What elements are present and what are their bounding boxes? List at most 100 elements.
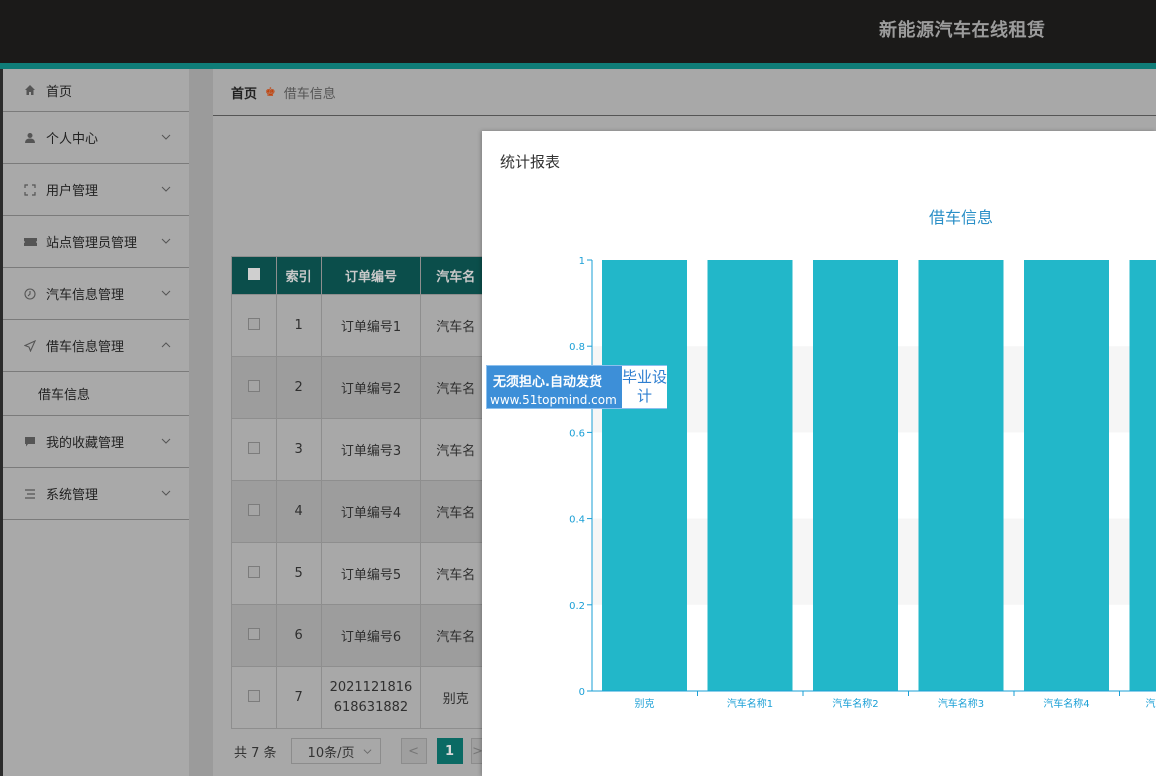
chevron-down-icon: [161, 186, 171, 192]
sidebar-item-car-info[interactable]: 汽车信息管理: [3, 268, 189, 320]
clock-icon: [23, 287, 37, 301]
watermark-label: 毕业设计: [622, 366, 667, 408]
sidebar-item-station-admin[interactable]: 站点管理员管理: [3, 216, 189, 268]
table-cell: 3: [275, 418, 322, 481]
ticket-icon: [23, 235, 37, 249]
table-cell: 汽车名: [420, 604, 491, 667]
y-tick-label: 1: [579, 256, 585, 267]
chevron-up-icon: [161, 341, 171, 347]
table-cell: 7: [275, 666, 322, 729]
top-header: 新能源汽车在线租赁: [0, 0, 1156, 63]
sidebar-item-label: 系统管理: [46, 488, 99, 503]
table-cell: 汽车名: [420, 418, 491, 481]
sidebar-item-label: 首页: [46, 84, 73, 100]
sidebar-subitem-borrow-info[interactable]: 借车信息: [3, 372, 189, 416]
table-row[interactable]: 1 订单编号1 汽车名: [231, 294, 491, 357]
sidebar-item-personal-center[interactable]: 个人中心: [3, 112, 189, 164]
sidebar-subitem-label: 借车信息: [38, 388, 91, 403]
column-header: 订单编号: [320, 256, 422, 295]
x-tick-label: 别克: [635, 698, 655, 710]
table-header-row: 索引 订单编号 汽车名: [231, 256, 491, 295]
bar[interactable]: [813, 260, 898, 691]
row-checkbox[interactable]: [231, 604, 277, 667]
chevron-down-icon: [161, 134, 171, 140]
table-cell: 2021121816 618631882: [320, 666, 422, 729]
bar[interactable]: [707, 260, 793, 691]
site-title: 新能源汽车在线租赁: [879, 20, 1046, 41]
sidebar-item-label: 站点管理员管理: [46, 236, 138, 251]
comment-icon: [23, 435, 37, 449]
table-row[interactable]: 5 订单编号5 汽车名: [231, 542, 491, 605]
row-checkbox[interactable]: [231, 666, 277, 729]
table-cell: 订单编号2: [320, 356, 422, 419]
table-cell: 4: [275, 480, 322, 543]
breadcrumb-current: 借车信息: [283, 86, 336, 102]
y-tick-label: 0: [579, 687, 585, 698]
table-row[interactable]: 3 订单编号3 汽车名: [231, 418, 491, 481]
sidebar-item-system[interactable]: 系统管理: [3, 468, 189, 520]
row-checkbox[interactable]: [231, 542, 277, 605]
sidebar-item-label: 个人中心: [46, 132, 99, 147]
breadcrumb: 首页 ♚ 借车信息: [213, 69, 1156, 116]
table-cell: 别克: [420, 666, 491, 729]
row-checkbox[interactable]: [231, 418, 277, 481]
prev-page-button[interactable]: <: [400, 738, 427, 764]
x-tick-label: 汽车名称4: [1043, 697, 1089, 710]
table-row[interactable]: 2 订单编号2 汽车名: [231, 356, 491, 419]
table-cell: 5: [275, 542, 322, 605]
chevron-down-icon: [363, 749, 371, 754]
table-cell: 汽车名: [420, 542, 491, 605]
page-size-select[interactable]: 10条/页: [290, 738, 381, 764]
total-count: 共 7 条: [234, 745, 277, 761]
column-header: 汽车名: [420, 256, 491, 295]
bar[interactable]: [602, 260, 687, 691]
bar-chart: 借车信息 0 0.2 0.4 0.6 0.8 1 别克 汽车名称1 汽车名称2 汽车名称3 汽车名称…: [569, 208, 1156, 710]
borrow-table: 索引 订单编号 汽车名 1 订单编号1 汽车名 2 订单编号2 汽车名 3 订单编号3 汽车名 4…: [231, 256, 491, 729]
pagination: 共 7 条 10条/页 < 1 >: [234, 738, 485, 764]
y-tick-label: 0.4: [569, 515, 585, 526]
table-cell: 汽车名: [420, 356, 491, 419]
breadcrumb-separator-icon: ♚: [265, 85, 276, 99]
x-tick-label: 汽: [1146, 697, 1156, 710]
watermark-slogan: 无须担心.自动发货: [493, 375, 602, 390]
expand-icon: [23, 183, 37, 197]
sidebar-item-borrow-info-management[interactable]: 借车信息管理: [3, 320, 189, 372]
watermark-badge: 无须担心.自动发货 www.51topmind.com 毕业设计: [486, 365, 667, 409]
sidebar-item-label: 我的收藏管理: [46, 436, 125, 451]
report-modal: 统计报表 借车信息 0 0.2 0.4 0.6 0.8 1 别克 汽车名称1 汽车名称2 汽车名称…: [482, 131, 1156, 776]
table-row[interactable]: 4 订单编号4 汽车名: [231, 480, 491, 543]
watermark-url: www.51topmind.com: [490, 393, 617, 407]
breadcrumb-home[interactable]: 首页: [231, 83, 257, 102]
row-checkbox[interactable]: [231, 480, 277, 543]
bar[interactable]: [1129, 260, 1156, 691]
sidebar-item-user-management[interactable]: 用户管理: [3, 164, 189, 216]
x-tick-label: 汽车名称3: [938, 697, 984, 710]
table-cell: 订单编号6: [320, 604, 422, 667]
table-row[interactable]: 6 订单编号6 汽车名: [231, 604, 491, 667]
y-tick-label: 0.6: [569, 428, 585, 439]
chevron-down-icon: [161, 490, 171, 496]
chevron-down-icon: [161, 290, 171, 296]
row-checkbox[interactable]: [231, 356, 277, 419]
row-checkbox[interactable]: [231, 294, 277, 357]
bar[interactable]: [918, 260, 1004, 691]
column-header: 索引: [275, 256, 322, 295]
x-tick-label: 汽车名称2: [832, 697, 878, 710]
list-icon: [23, 487, 37, 501]
sidebar: 首页 个人中心 用户管理 站点管理员管理 汽车信息管理 借车信息管理 借车信息 …: [3, 69, 189, 776]
table-cell: 订单编号1: [320, 294, 422, 357]
table-cell: 订单编号5: [320, 542, 422, 605]
sidebar-item-label: 汽车信息管理: [46, 288, 125, 303]
bar[interactable]: [1024, 260, 1109, 691]
table-cell: 1: [275, 294, 322, 357]
y-tick-label: 0.8: [569, 342, 585, 353]
sidebar-item-favorites[interactable]: 我的收藏管理: [3, 416, 189, 468]
select-all-checkbox[interactable]: [231, 256, 277, 295]
table-row[interactable]: 7 2021121816 618631882 别克: [231, 666, 491, 729]
user-icon: [23, 131, 37, 145]
sidebar-item-home[interactable]: 首页: [3, 69, 189, 112]
chart-title: 借车信息: [929, 208, 993, 227]
table-cell: 订单编号4: [320, 480, 422, 543]
chevron-down-icon: [161, 438, 171, 444]
page-number-button[interactable]: 1: [436, 738, 463, 764]
